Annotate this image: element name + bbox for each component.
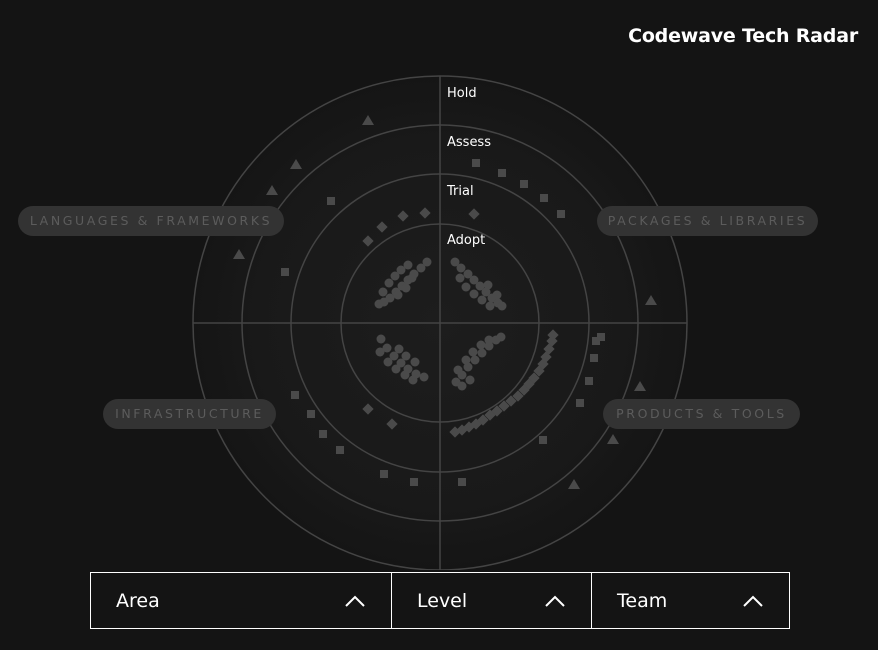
radar-blip[interactable] bbox=[557, 210, 565, 218]
radar-blip[interactable] bbox=[468, 347, 478, 357]
quadrant-languages-frameworks[interactable]: LANGUAGES & FRAMEWORKS bbox=[18, 206, 284, 236]
level-filter[interactable]: Level bbox=[391, 573, 591, 628]
ring-label-adopt: Adopt bbox=[447, 233, 485, 248]
area-filter[interactable]: Area bbox=[91, 573, 391, 628]
radar-blip[interactable] bbox=[400, 370, 410, 380]
radar-blip[interactable] bbox=[492, 290, 502, 300]
radar-blip[interactable] bbox=[461, 282, 471, 292]
radar-blip[interactable] bbox=[383, 357, 393, 367]
radar-blip[interactable] bbox=[540, 194, 548, 202]
radar-blip[interactable] bbox=[336, 446, 344, 454]
radar-blip[interactable] bbox=[375, 347, 385, 357]
team-filter[interactable]: Team bbox=[591, 573, 789, 628]
radar-blip[interactable] bbox=[394, 344, 404, 354]
tech-radar: Hold Assess Trial Adopt bbox=[192, 75, 688, 570]
radar-blip[interactable] bbox=[461, 355, 471, 365]
radar-blip[interactable] bbox=[476, 340, 486, 350]
radar-blip[interactable] bbox=[419, 372, 429, 382]
ring-label-hold: Hold bbox=[447, 86, 477, 101]
chevron-up-icon bbox=[345, 595, 365, 607]
radar-blip[interactable] bbox=[456, 263, 466, 273]
radar-blip[interactable] bbox=[380, 470, 388, 478]
radar-blip[interactable] bbox=[374, 299, 384, 309]
radar-blip[interactable] bbox=[408, 375, 418, 385]
radar-blip[interactable] bbox=[585, 377, 593, 385]
radar-blip[interactable] bbox=[470, 355, 480, 365]
ring-label-assess: Assess bbox=[447, 135, 491, 150]
chevron-up-icon bbox=[545, 595, 565, 607]
filter-bar: Area Level Team bbox=[90, 572, 790, 629]
radar-blip[interactable] bbox=[477, 348, 487, 358]
radar-blip[interactable] bbox=[407, 273, 417, 283]
radar-blip[interactable] bbox=[597, 333, 605, 341]
area-filter-label: Area bbox=[116, 589, 160, 612]
radar-blip[interactable] bbox=[327, 197, 335, 205]
radar-blip[interactable] bbox=[469, 289, 479, 299]
radar-blip[interactable] bbox=[319, 430, 327, 438]
radar-blip[interactable] bbox=[393, 290, 403, 300]
quadrant-infrastructure[interactable]: INFRASTRUCTURE bbox=[103, 399, 276, 429]
radar-blip[interactable] bbox=[410, 357, 420, 367]
team-filter-label: Team bbox=[617, 589, 668, 612]
level-filter-label: Level bbox=[417, 589, 468, 612]
radar-blip[interactable] bbox=[416, 263, 426, 273]
quadrant-products-tools[interactable]: PRODUCTS & TOOLS bbox=[603, 399, 800, 429]
radar-blip[interactable] bbox=[281, 268, 289, 276]
radar-blip[interactable] bbox=[291, 391, 299, 399]
ring-label-trial: Trial bbox=[446, 184, 474, 199]
radar-blip[interactable] bbox=[401, 283, 411, 293]
radar-blip[interactable] bbox=[410, 478, 418, 486]
radar-blip[interactable] bbox=[307, 410, 315, 418]
radar-blip[interactable] bbox=[376, 334, 386, 344]
radar-blip[interactable] bbox=[384, 278, 394, 288]
radar-blip[interactable] bbox=[477, 295, 487, 305]
radar-blip[interactable] bbox=[496, 332, 506, 342]
radar-blip[interactable] bbox=[539, 436, 547, 444]
radar-blip[interactable] bbox=[483, 280, 493, 290]
radar-blip[interactable] bbox=[391, 364, 401, 374]
quadrant-packages-libraries[interactable]: PACKAGES & LIBRARIES bbox=[597, 206, 818, 236]
radar-blip[interactable] bbox=[453, 365, 463, 375]
radar-blip[interactable] bbox=[472, 159, 480, 167]
radar-blip[interactable] bbox=[590, 354, 598, 362]
radar-blip[interactable] bbox=[455, 273, 465, 283]
radar-blip[interactable] bbox=[576, 399, 584, 407]
radar-blip[interactable] bbox=[485, 301, 495, 311]
radar-blip[interactable] bbox=[457, 381, 467, 391]
radar-blip[interactable] bbox=[403, 260, 413, 270]
chevron-up-icon bbox=[743, 595, 763, 607]
radar-blip[interactable] bbox=[458, 478, 466, 486]
radar-blip[interactable] bbox=[465, 375, 475, 385]
radar-blip[interactable] bbox=[520, 180, 528, 188]
radar-blip[interactable] bbox=[484, 335, 494, 345]
radar-blip[interactable] bbox=[378, 287, 388, 297]
radar-blip[interactable] bbox=[497, 301, 507, 311]
radar-blip[interactable] bbox=[401, 351, 411, 361]
radar-blip[interactable] bbox=[498, 169, 506, 177]
